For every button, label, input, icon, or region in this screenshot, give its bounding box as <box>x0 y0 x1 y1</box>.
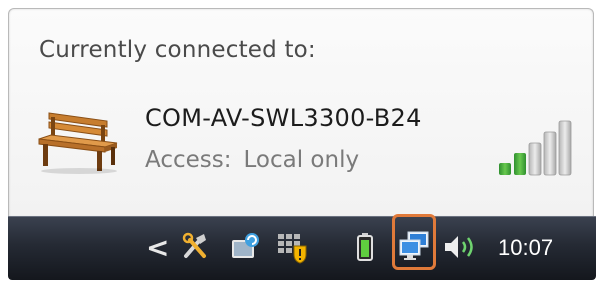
taskbar-notification-area: < 10:07 <box>8 214 596 280</box>
park-bench-icon <box>35 109 121 179</box>
signal-bar-1 <box>499 163 511 175</box>
network-icon-highlight <box>392 214 436 270</box>
access-label: Access: <box>145 147 232 173</box>
network-name: COM-AV-SWL3300-B24 <box>145 104 422 132</box>
access-value: Local only <box>243 147 360 173</box>
battery-icon[interactable] <box>356 232 374 266</box>
network-status-popup: Currently connected to: COM-AV-SWL3300-B… <box>8 8 594 217</box>
volume-icon[interactable] <box>442 232 482 266</box>
access-status: Access: Local only <box>145 147 359 173</box>
popup-heading: Currently connected to: <box>39 37 316 63</box>
update-icon[interactable] <box>230 232 262 266</box>
signal-bar-2 <box>514 153 526 175</box>
signal-bar-5 <box>558 120 572 176</box>
show-hidden-icons-button[interactable]: < <box>146 234 169 262</box>
signal-strength-icon <box>497 119 579 181</box>
tools-icon[interactable] <box>180 232 210 266</box>
signal-bar-4 <box>543 131 557 176</box>
taskbar-clock[interactable]: 10:07 <box>498 235 553 261</box>
security-shield-icon[interactable] <box>276 232 310 268</box>
signal-bar-3 <box>528 142 542 176</box>
